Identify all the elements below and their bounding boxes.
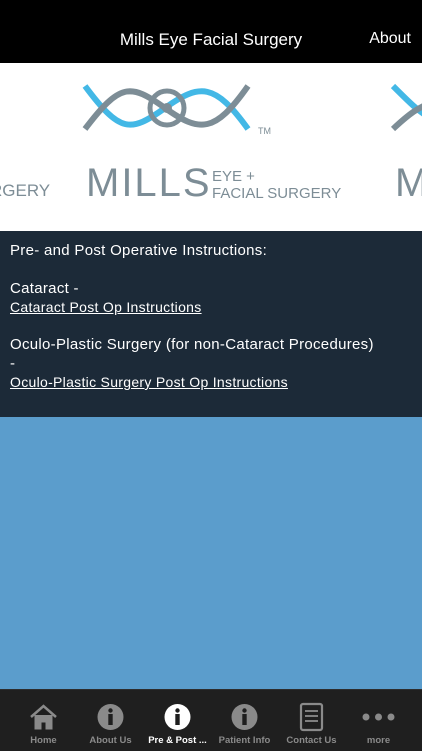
tab-contact-us-label: Contact Us xyxy=(286,735,337,746)
tab-pre-post-op[interactable]: Pre & Post ... xyxy=(144,690,211,751)
instructions-heading: Pre- and Post Operative Instructions: xyxy=(10,242,268,259)
info-icon xyxy=(231,704,258,730)
home-icon xyxy=(30,704,57,730)
tab-contact-us[interactable]: Contact Us xyxy=(278,690,345,751)
oculo-plastic-instructions-link[interactable]: Oculo-Plastic Surgery Post Op Instructio… xyxy=(10,374,288,390)
tab-more-label: more xyxy=(366,735,391,746)
logo-right-partial-text: M xyxy=(395,161,422,205)
tab-patient-info-label: Patient Info xyxy=(218,735,271,746)
logo-left-partial-text: RGERY xyxy=(0,181,50,200)
tab-about-us[interactable]: About Us xyxy=(77,690,144,751)
oculo-plastic-section-dash: - xyxy=(10,355,16,372)
more-icon xyxy=(362,713,395,721)
tab-home-label: Home xyxy=(30,735,57,746)
document-icon xyxy=(299,702,324,732)
logo-carousel: RGERY TM MILLS EYE + FACIAL SURGERY M xyxy=(0,83,422,205)
logo-sub-line2: FACIAL SURGERY xyxy=(212,185,341,202)
about-button[interactable]: About xyxy=(369,30,411,48)
logo-sub-line1: EYE + xyxy=(212,168,255,185)
oculo-plastic-section-title: Oculo-Plastic Surgery (for non-Cataract … xyxy=(10,336,374,353)
page-title: Mills Eye Facial Surgery xyxy=(119,30,303,49)
trademark-text: TM xyxy=(258,126,271,136)
cataract-section-title: Cataract - xyxy=(10,280,79,297)
eye-logo-partial-icon xyxy=(390,83,422,132)
cataract-instructions-link[interactable]: Cataract Post Op Instructions xyxy=(10,299,202,315)
instructions-panel: Pre- and Post Operative Instructions: Ca… xyxy=(0,231,422,417)
logo-main-text: MILLS xyxy=(86,161,212,205)
tab-patient-info[interactable]: Patient Info xyxy=(211,690,278,751)
logo-banner: RGERY TM MILLS EYE + FACIAL SURGERY M xyxy=(0,63,422,231)
tab-more[interactable]: more xyxy=(345,690,412,751)
tab-pre-post-op-label: Pre & Post ... xyxy=(148,735,207,746)
navigation-bar: Mills Eye Facial Surgery About xyxy=(0,0,422,63)
tab-about-us-label: About Us xyxy=(89,735,132,746)
eye-logo-icon xyxy=(82,84,251,131)
info-icon xyxy=(164,704,191,730)
info-icon xyxy=(97,704,124,730)
tab-home[interactable]: Home xyxy=(10,690,77,751)
tab-bar: Home About Us Pre & Post ... Patient Inf… xyxy=(0,689,422,751)
